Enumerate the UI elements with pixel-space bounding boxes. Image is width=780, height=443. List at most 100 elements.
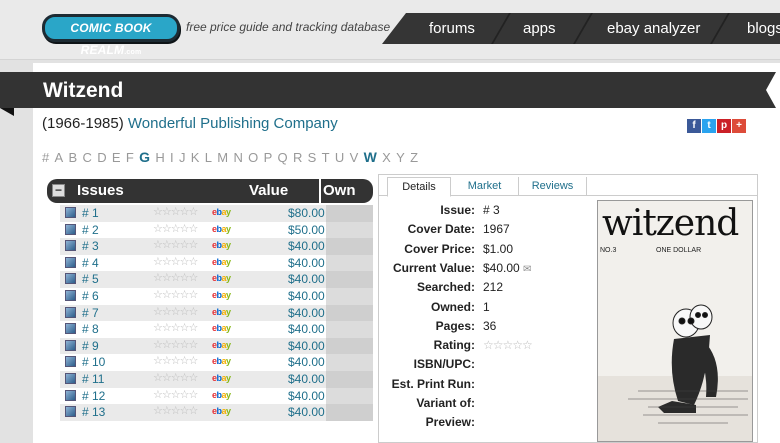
letter-b[interactable]: B	[69, 150, 78, 165]
letter-d[interactable]: D	[97, 150, 107, 165]
table-row[interactable]: # 11 ☆☆☆☆☆ ebay $40.00	[60, 370, 373, 388]
thumbnail-icon[interactable]	[65, 256, 76, 268]
letter-y[interactable]: Y	[396, 150, 405, 165]
rating-stars[interactable]: ☆☆☆☆☆	[153, 338, 198, 351]
tab-details[interactable]: Details	[387, 177, 451, 197]
issue-link[interactable]: # 4	[82, 256, 99, 270]
collapse-toggle-icon[interactable]: −	[52, 184, 65, 197]
rating-stars[interactable]: ☆☆☆☆☆	[153, 222, 198, 235]
thumbnail-icon[interactable]	[65, 339, 76, 351]
own-cell[interactable]	[326, 221, 373, 239]
nav-forums[interactable]: forums	[429, 13, 475, 44]
cover-image[interactable]: witzend NO.3 ONE DOLLAR	[597, 200, 753, 442]
thumbnail-icon[interactable]	[65, 306, 76, 318]
ebay-link[interactable]: ebay	[212, 406, 231, 416]
thumbnail-icon[interactable]	[65, 323, 76, 335]
own-cell[interactable]	[326, 254, 373, 272]
letter-hash[interactable]: #	[42, 150, 50, 165]
letter-f[interactable]: F	[126, 150, 134, 165]
own-cell[interactable]	[326, 287, 373, 305]
twitter-icon[interactable]: t	[702, 119, 716, 133]
publisher-link[interactable]: Wonderful Publishing Company	[128, 115, 338, 132]
letter-l[interactable]: L	[205, 150, 213, 165]
letter-t[interactable]: T	[322, 150, 330, 165]
rating-stars[interactable]: ☆☆☆☆☆	[153, 354, 198, 367]
issue-link[interactable]: # 3	[82, 239, 99, 253]
letter-o[interactable]: O	[248, 150, 258, 165]
letter-i[interactable]: I	[170, 150, 174, 165]
ebay-link[interactable]: ebay	[212, 323, 231, 333]
issue-link[interactable]: # 9	[82, 339, 99, 353]
rating-stars[interactable]: ☆☆☆☆☆	[153, 371, 198, 384]
ebay-link[interactable]: ebay	[212, 207, 231, 217]
letter-a[interactable]: A	[55, 150, 64, 165]
ebay-link[interactable]: ebay	[212, 257, 231, 267]
ebay-link[interactable]: ebay	[212, 373, 231, 383]
ebay-link[interactable]: ebay	[212, 307, 231, 317]
col-own[interactable]: Own	[323, 182, 356, 199]
issue-link[interactable]: # 6	[82, 289, 99, 303]
own-cell[interactable]	[326, 404, 373, 421]
letter-k[interactable]: K	[191, 150, 200, 165]
own-cell[interactable]	[326, 370, 373, 388]
table-row[interactable]: # 8 ☆☆☆☆☆ ebay $40.00	[60, 321, 373, 338]
thumbnail-icon[interactable]	[65, 389, 76, 401]
table-row[interactable]: # 10 ☆☆☆☆☆ ebay $40.00	[60, 354, 373, 371]
letter-s[interactable]: S	[308, 150, 317, 165]
letter-z[interactable]: Z	[410, 150, 418, 165]
own-cell[interactable]	[326, 321, 373, 338]
thumbnail-icon[interactable]	[65, 356, 76, 368]
nav-blogs[interactable]: blogs	[747, 13, 780, 44]
google-plus-icon[interactable]: +	[732, 119, 746, 133]
thumbnail-icon[interactable]	[65, 223, 76, 235]
own-cell[interactable]	[326, 337, 373, 355]
letter-m[interactable]: M	[217, 150, 228, 165]
tab-market[interactable]: Market	[451, 177, 519, 196]
issue-link[interactable]: # 10	[82, 355, 105, 369]
own-cell[interactable]	[326, 304, 373, 322]
letter-v[interactable]: V	[350, 150, 359, 165]
rating-stars[interactable]: ☆☆☆☆☆	[153, 255, 198, 268]
letter-c[interactable]: C	[83, 150, 93, 165]
letter-r[interactable]: R	[293, 150, 303, 165]
letter-j[interactable]: J	[179, 150, 186, 165]
issue-link[interactable]: # 8	[82, 322, 99, 336]
tab-reviews[interactable]: Reviews	[519, 177, 587, 196]
thumbnail-icon[interactable]	[65, 406, 76, 418]
issue-link[interactable]: # 2	[82, 223, 99, 237]
letter-x[interactable]: X	[382, 150, 391, 165]
own-cell[interactable]	[326, 387, 373, 405]
rating-stars[interactable]: ☆☆☆☆☆	[153, 388, 198, 401]
rating-stars[interactable]: ☆☆☆☆☆	[153, 305, 198, 318]
email-alert-icon[interactable]: ✉	[523, 264, 531, 275]
issue-link[interactable]: # 12	[82, 389, 105, 403]
ebay-link[interactable]: ebay	[212, 224, 231, 234]
table-row[interactable]: # 7 ☆☆☆☆☆ ebay $40.00	[60, 304, 373, 322]
table-row[interactable]: # 4 ☆☆☆☆☆ ebay $40.00	[60, 254, 373, 272]
pinterest-icon[interactable]: p	[717, 119, 731, 133]
letter-h[interactable]: H	[155, 150, 165, 165]
rating-stars[interactable]: ☆☆☆☆☆	[153, 205, 198, 218]
rating-stars[interactable]: ☆☆☆☆☆	[153, 271, 198, 284]
rating-stars[interactable]: ☆☆☆☆☆	[153, 288, 198, 301]
own-cell[interactable]	[326, 238, 373, 255]
table-row[interactable]: # 12 ☆☆☆☆☆ ebay $40.00	[60, 387, 373, 405]
thumbnail-icon[interactable]	[65, 289, 76, 301]
table-row[interactable]: # 2 ☆☆☆☆☆ ebay $50.00	[60, 221, 373, 239]
rating-stars[interactable]: ☆☆☆☆☆	[153, 404, 198, 417]
table-row[interactable]: # 1 ☆☆☆☆☆ ebay $80.00	[60, 205, 373, 222]
own-cell[interactable]	[326, 205, 373, 222]
ebay-link[interactable]: ebay	[212, 290, 231, 300]
table-row[interactable]: # 6 ☆☆☆☆☆ ebay $40.00	[60, 287, 373, 305]
letter-e[interactable]: E	[112, 150, 121, 165]
thumbnail-icon[interactable]	[65, 207, 76, 218]
issue-link[interactable]: # 7	[82, 306, 99, 320]
col-issues[interactable]: Issues	[77, 182, 124, 199]
nav-ebay-analyzer[interactable]: ebay analyzer	[607, 13, 700, 44]
own-cell[interactable]	[326, 271, 373, 288]
issue-link[interactable]: # 5	[82, 272, 99, 286]
letter-q[interactable]: Q	[278, 150, 288, 165]
table-row[interactable]: # 3 ☆☆☆☆☆ ebay $40.00	[60, 238, 373, 255]
ebay-link[interactable]: ebay	[212, 340, 231, 350]
thumbnail-icon[interactable]	[65, 240, 76, 252]
